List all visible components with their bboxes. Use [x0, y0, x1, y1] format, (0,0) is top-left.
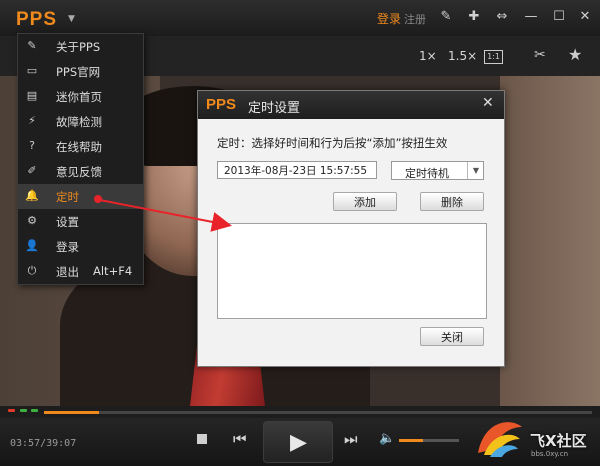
previous-icon[interactable]: ⏮ [233, 430, 247, 448]
control-bar: 03:57/39:07 ⏮ ▶ ⏭ 🔈 飞X社区 bbs.0xy.cn [0, 418, 600, 466]
menu-item[interactable]: ? 在线帮助 [18, 134, 143, 159]
star-icon[interactable]: ★ [568, 45, 582, 64]
volume-icon[interactable]: 🔈 [379, 431, 395, 446]
login-link[interactable]: 登录 [377, 10, 401, 27]
ratio-1-1-button[interactable]: 1:1 [484, 50, 503, 64]
green-indicator-dot [31, 409, 38, 412]
speed-1-5x-button[interactable]: 1.5× [448, 49, 477, 63]
action-select[interactable]: 定时待机 ▼ [391, 161, 484, 180]
register-link[interactable]: 注册 [404, 11, 426, 27]
mini-mode-icon[interactable]: ⇔ [493, 8, 511, 26]
window-icon: ▤ [26, 89, 38, 102]
menu-item-shortcut: Alt+F4 [93, 264, 133, 278]
dialog-title-bar[interactable] [198, 91, 504, 119]
menu-item-label: 设置 [56, 215, 79, 229]
menu-item-label: 定时 [56, 190, 79, 204]
user-icon: 👤 [25, 239, 39, 252]
help-icon: ? [29, 139, 35, 152]
watermark-url: bbs.0xy.cn [531, 450, 569, 458]
pin-icon[interactable]: ✚ [465, 8, 483, 26]
menu-item[interactable]: ▭ PPS官网 [18, 59, 143, 84]
maximize-icon[interactable]: ☐ [550, 8, 568, 26]
dialog-title: 定时设置 [248, 101, 301, 116]
close-icon[interactable]: ✕ [576, 8, 594, 26]
volume-slider[interactable] [399, 439, 459, 442]
menu-item[interactable]: 🔔 定时 [18, 184, 143, 209]
datetime-input[interactable]: 2013年-08月-23日 15:57:55 [217, 161, 377, 179]
volume-slider-fill [399, 439, 423, 442]
scissors-icon[interactable]: ✂ [534, 47, 546, 63]
video-background-right [500, 76, 600, 406]
logo-menu-arrow-icon[interactable]: ▼ [68, 14, 75, 24]
power-icon: ⏻ [27, 264, 37, 277]
menu-item-label: PPS官网 [56, 65, 101, 79]
chevron-down-icon[interactable]: ▼ [467, 162, 484, 179]
menu-item-label: 在线帮助 [56, 140, 102, 154]
next-icon[interactable]: ⏭ [344, 430, 358, 448]
edit-icon: ✐ [27, 164, 37, 177]
play-button[interactable]: ▶ [263, 421, 333, 463]
app-logo[interactable]: PPS [16, 9, 57, 31]
menu-item-label: 意见反馈 [56, 165, 102, 179]
timer-settings-dialog: PPS 定时设置 ✕ 定时：选择好时间和行为后按“添加”按扭生效 2013年-0… [197, 90, 505, 367]
add-button[interactable]: 添加 [333, 192, 397, 211]
menu-item[interactable]: ⚙ 设置 [18, 209, 143, 234]
gear-icon: ⚙ [27, 214, 37, 227]
minimize-icon[interactable]: — [522, 8, 540, 26]
menu-item-label: 登录 [56, 240, 79, 254]
watermark-logo [478, 422, 522, 457]
wrench-icon: ⚡ [28, 114, 36, 127]
time-display: 03:57/39:07 [10, 438, 77, 449]
speed-1x-button[interactable]: 1× [419, 49, 437, 63]
dialog-logo: PPS [206, 96, 237, 113]
skin-icon[interactable]: ✎ [437, 8, 455, 26]
red-indicator-dot [8, 409, 15, 412]
menu-item[interactable]: 👤 登录 [18, 234, 143, 259]
dialog-close-button[interactable]: 关闭 [420, 327, 484, 346]
stop-icon[interactable] [197, 434, 207, 444]
tag-icon: ✎ [27, 39, 37, 52]
monitor-icon: ▭ [26, 64, 38, 77]
timer-list[interactable] [217, 223, 487, 319]
menu-item-label: 迷你首页 [56, 90, 102, 104]
menu-item-label: 退出 [56, 265, 79, 279]
menu-item[interactable]: ✎ 关于PPS [18, 34, 143, 59]
delete-button[interactable]: 删除 [420, 192, 484, 211]
bell-icon: 🔔 [25, 189, 39, 202]
menu-item[interactable]: ⏻ 退出 Alt+F4 [18, 259, 143, 284]
play-icon: ▶ [290, 430, 307, 455]
dialog-instruction: 定时：选择好时间和行为后按“添加”按扭生效 [217, 136, 448, 150]
menu-item-label: 关于PPS [56, 40, 101, 54]
green-indicator-dot [20, 409, 27, 412]
main-menu: ✎ 关于PPS ▭ PPS官网 ▤ 迷你首页 ⚡ 故障检测? 在线帮助 ✐ 意见反馈 🔔 定时 ⚙ 设置 👤 登… [17, 33, 144, 285]
action-select-value: 定时待机 [405, 167, 449, 180]
menu-item-label: 故障检测 [56, 115, 102, 129]
menu-item[interactable]: ▤ 迷你首页 [18, 84, 143, 109]
menu-item[interactable]: ✐ 意见反馈 [18, 159, 143, 184]
dialog-close-icon[interactable]: ✕ [482, 95, 494, 111]
menu-item[interactable]: ⚡ 故障检测 [18, 109, 143, 134]
seek-bar-fill [44, 411, 99, 414]
watermark-text: 飞X社区 [530, 432, 587, 450]
